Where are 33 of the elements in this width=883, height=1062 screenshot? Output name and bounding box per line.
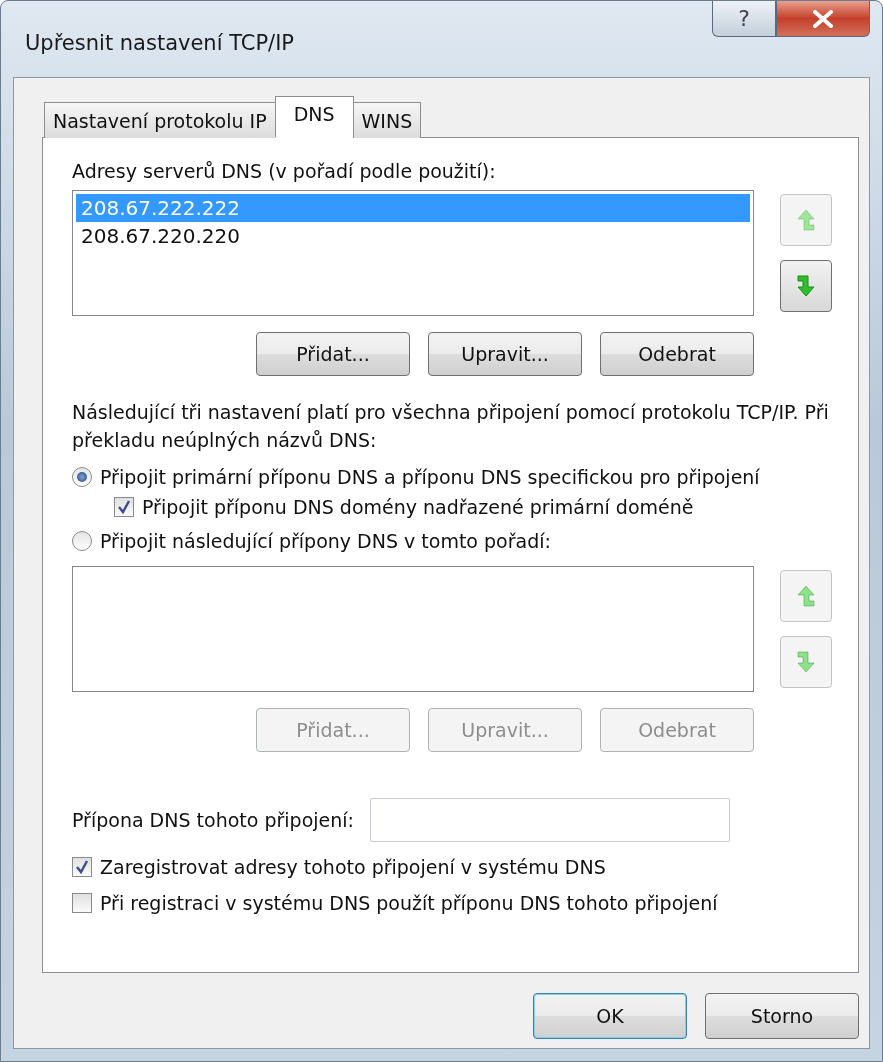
list-action-button[interactable]: Upravit... [428, 332, 582, 376]
tab[interactable]: DNS [274, 96, 354, 138]
help-button[interactable]: ? [712, 1, 776, 37]
list-action-button[interactable]: Přidat... [256, 332, 410, 376]
dns-servers-label: Adresy serverů DNS (v pořadí podle použití): [72, 160, 497, 182]
close-button[interactable] [776, 1, 870, 37]
field-label: Přípona DNS tohoto připojení: [72, 809, 354, 831]
list-action-button[interactable]: Odebrat [600, 332, 754, 376]
radio-label: Připojit následující přípony DNS v tomto pořadí: [100, 530, 551, 552]
input-field[interactable] [369, 798, 730, 842]
dialog-button[interactable]: Storno [705, 993, 859, 1039]
radio-button[interactable] [72, 467, 92, 487]
close-icon [812, 9, 834, 28]
checkbox-label: Při registraci v systému DNS použít příponu DNS tohoto připojení [100, 892, 718, 914]
tab[interactable]: WINS [352, 102, 422, 138]
arrow-up-icon [795, 584, 817, 608]
move-down-button[interactable] [780, 260, 832, 312]
checkbox-label: Připojit příponu DNS domény nadřazené primární doméně [142, 496, 694, 518]
description-text: Následující tři nastavení platí pro všechna připojení pomocí protokolu TCP/IP. Při překladu neúplných názvů DNS: [72, 400, 830, 453]
checkbox-label: Zaregistrovat adresy tohoto připojení v systému DNS [100, 856, 606, 878]
arrow-up-icon [795, 208, 817, 232]
radio-button[interactable] [72, 531, 92, 551]
arrow-down-icon [795, 274, 817, 298]
arrow-down-icon [795, 650, 817, 674]
checkbox[interactable] [72, 857, 92, 877]
radio-label: Připojit primární příponu DNS a příponu DNS specifickou pro připojení [100, 466, 760, 488]
checkbox[interactable] [114, 497, 134, 517]
list-item[interactable]: 208.67.220.220 [76, 222, 750, 250]
checkbox[interactable] [72, 893, 92, 913]
window-title: Upřesnit nastavení TCP/IP [25, 31, 295, 55]
dialog-button[interactable]: OK [533, 993, 687, 1039]
dns-server-list[interactable]: 208.67.222.222 208.67.220.220 [72, 190, 754, 316]
tab[interactable]: Nastavení protokolu IP [44, 102, 276, 138]
